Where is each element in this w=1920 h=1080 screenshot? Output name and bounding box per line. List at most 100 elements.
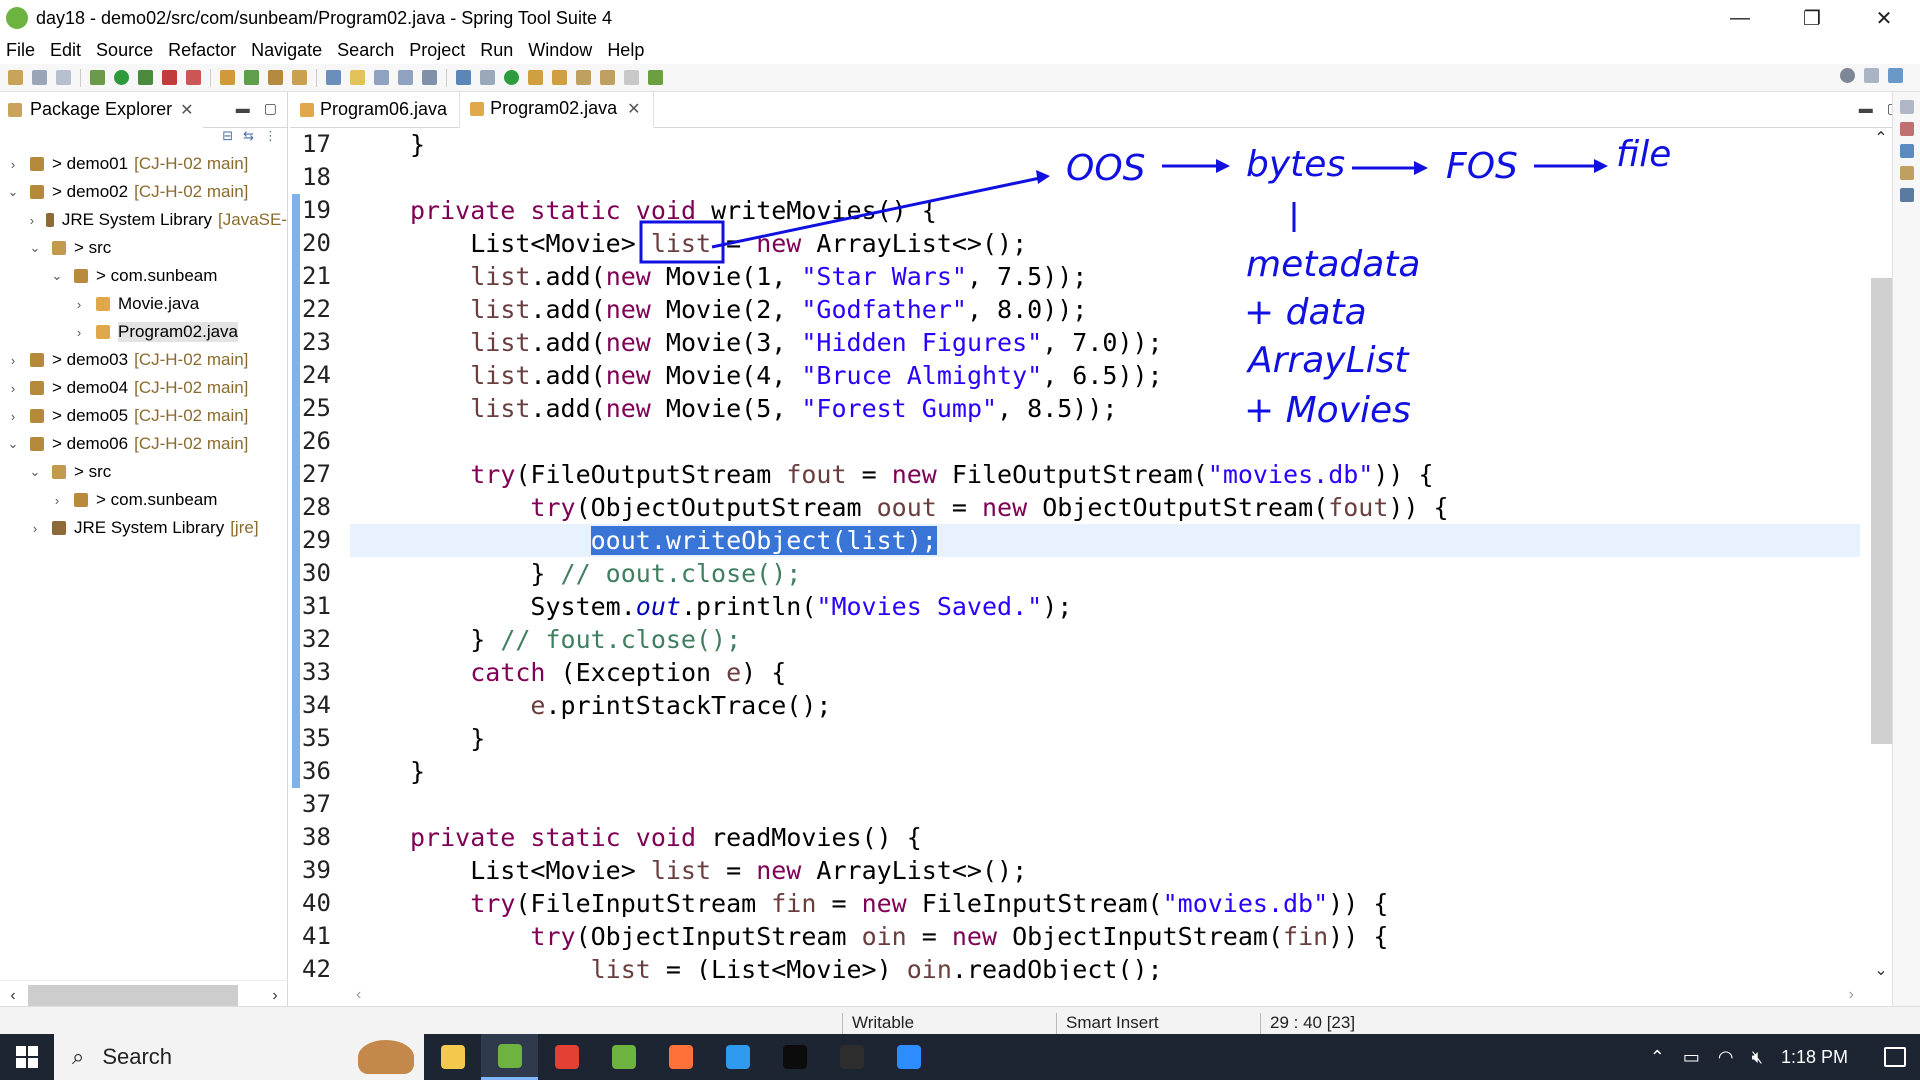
- taskbar-app-zoom[interactable]: [880, 1034, 937, 1080]
- taskbar-app-spring-tool-suite[interactable]: [481, 1034, 538, 1080]
- notification-icon[interactable]: [1884, 1047, 1906, 1067]
- chevron-right-icon[interactable]: ›: [50, 493, 64, 508]
- tree-item[interactable]: › Program02.java: [0, 318, 287, 346]
- taskbar-app-vscode[interactable]: [709, 1034, 766, 1080]
- chevron-right-icon[interactable]: ›: [28, 521, 42, 536]
- tree-item[interactable]: ⌄ > com.sunbeam: [0, 262, 287, 290]
- back-icon[interactable]: [600, 70, 615, 85]
- menu-project[interactable]: Project: [409, 40, 465, 61]
- restore-view-icon[interactable]: [1899, 100, 1914, 114]
- menu-source[interactable]: Source: [96, 40, 153, 61]
- tree-item[interactable]: ⌄ > src: [0, 234, 287, 262]
- chevron-right-icon[interactable]: ›: [72, 297, 86, 312]
- tree-item[interactable]: › > demo03 [CJ-H-02 main]: [0, 346, 287, 374]
- java-perspective-icon[interactable]: [1888, 68, 1903, 83]
- chevron-right-icon[interactable]: ›: [6, 353, 20, 368]
- tree-item[interactable]: ⌄ > demo06 [CJ-H-02 main]: [0, 430, 287, 458]
- chevron-down-icon[interactable]: ⌄: [6, 436, 20, 452]
- pin-editor-icon[interactable]: [648, 70, 663, 85]
- taskbar-app-terminal-1[interactable]: [766, 1034, 823, 1080]
- taskbar-app-spring-tool-suite-2[interactable]: [595, 1034, 652, 1080]
- stop-icon[interactable]: [162, 70, 177, 85]
- chevron-down-icon[interactable]: ⌄: [28, 240, 42, 256]
- minimize-view-icon[interactable]: ▬: [1859, 100, 1873, 117]
- tree-item[interactable]: ⌄ > src: [0, 458, 287, 486]
- menu-refactor[interactable]: Refactor: [168, 40, 236, 61]
- pilcrow-icon[interactable]: [422, 70, 437, 85]
- taskbar-app-firefox[interactable]: [652, 1034, 709, 1080]
- minimize-button[interactable]: —: [1704, 0, 1776, 36]
- code-area[interactable]: 17 18 19 20 21 22 23 24 25 26 27 28 29 30 31 32 33 34 35 36…: [290, 128, 1860, 980]
- menu-edit[interactable]: Edit: [50, 40, 81, 61]
- scroll-right-icon[interactable]: ›: [262, 987, 288, 1005]
- open-type-icon[interactable]: [268, 70, 283, 85]
- scroll-thumb[interactable]: [1871, 278, 1893, 744]
- highlight-icon[interactable]: [350, 70, 365, 85]
- menu-help[interactable]: Help: [607, 40, 644, 61]
- run-icon[interactable]: [114, 70, 129, 85]
- tree-item[interactable]: › > demo01 [CJ-H-02 main]: [0, 150, 287, 178]
- restore-button[interactable]: ❐: [1776, 0, 1848, 36]
- block-select-icon[interactable]: [374, 70, 389, 85]
- tree-item[interactable]: › > com.sunbeam: [0, 486, 287, 514]
- coverage-icon[interactable]: [138, 70, 153, 85]
- tree-item[interactable]: › Movie.java: [0, 290, 287, 318]
- save-icon[interactable]: [32, 70, 47, 85]
- taskbar-clock[interactable]: 1:18 PM: [1781, 1047, 1848, 1068]
- taskbar-app-chrome[interactable]: [538, 1034, 595, 1080]
- maximize-view-icon[interactable]: ▢: [264, 100, 277, 117]
- taskbar-app-terminal-2[interactable]: [823, 1034, 880, 1080]
- scroll-up-icon[interactable]: ⌃: [1868, 128, 1894, 148]
- scroll-right-icon[interactable]: ›: [1849, 986, 1854, 1004]
- save-all-icon[interactable]: [56, 70, 71, 85]
- close-icon[interactable]: ✕: [627, 99, 640, 119]
- tab-program02[interactable]: Program02.java ✕: [460, 91, 654, 128]
- status-cursor-position[interactable]: 29 : 40 [23]: [1270, 1013, 1355, 1033]
- view-menu-icon[interactable]: ⋮: [264, 128, 277, 148]
- javadoc-icon[interactable]: [1899, 144, 1914, 158]
- forward-icon[interactable]: [624, 70, 639, 85]
- chevron-right-icon[interactable]: ›: [6, 381, 20, 396]
- tree-item[interactable]: › > demo04 [CJ-H-02 main]: [0, 374, 287, 402]
- taskbar-app-file-explorer[interactable]: [424, 1034, 481, 1080]
- tab-program06[interactable]: Program06.java: [290, 91, 461, 128]
- volume-muted-icon[interactable]: 🔇︎: [1752, 1047, 1763, 1068]
- link-with-editor-icon[interactable]: ⇆: [243, 128, 254, 148]
- chevron-right-icon[interactable]: ›: [72, 325, 86, 340]
- tree-item[interactable]: › JRE System Library [jre]: [0, 514, 287, 542]
- scroll-left-icon[interactable]: ‹: [356, 986, 361, 1004]
- tree-item[interactable]: › JRE System Library [JavaSE-: [0, 206, 287, 234]
- menu-run[interactable]: Run: [480, 40, 513, 61]
- debug-icon[interactable]: [90, 70, 105, 85]
- search-icon[interactable]: [1840, 68, 1855, 83]
- scroll-left-icon[interactable]: ‹: [0, 987, 26, 1005]
- boot-dashboard-icon[interactable]: [504, 70, 519, 85]
- chevron-right-icon[interactable]: ›: [28, 213, 36, 228]
- chevron-right-icon[interactable]: ›: [6, 157, 20, 172]
- toggle-mark-icon[interactable]: [326, 70, 341, 85]
- chevron-down-icon[interactable]: ⌄: [28, 464, 42, 480]
- close-icon[interactable]: ✕: [180, 100, 193, 120]
- taskbar-search[interactable]: ⌕ Search: [54, 1034, 424, 1080]
- whitespace-icon[interactable]: [398, 70, 413, 85]
- next-annotation-icon[interactable]: [528, 70, 543, 85]
- menu-search[interactable]: Search: [337, 40, 394, 61]
- collapse-all-icon[interactable]: ⊟: [222, 128, 233, 148]
- battery-icon[interactable]: ▭: [1683, 1047, 1700, 1068]
- menu-navigate[interactable]: Navigate: [251, 40, 322, 61]
- chevron-up-icon[interactable]: ⌃: [1650, 1047, 1665, 1068]
- new-icon[interactable]: [8, 70, 23, 85]
- new-java-project-icon[interactable]: [220, 70, 235, 85]
- new-class-icon[interactable]: [244, 70, 259, 85]
- editor-vertical-scrollbar[interactable]: ⌃ ⌄: [1868, 128, 1894, 980]
- status-insert-mode[interactable]: Smart Insert: [1066, 1013, 1159, 1033]
- chevron-down-icon[interactable]: ⌄: [50, 268, 64, 284]
- menu-file[interactable]: File: [6, 40, 35, 61]
- wifi-icon[interactable]: ◠: [1718, 1047, 1734, 1068]
- close-window-button[interactable]: ✕: [1848, 0, 1920, 36]
- open-perspective-icon[interactable]: [1864, 68, 1879, 83]
- chevron-down-icon[interactable]: ⌄: [6, 184, 20, 200]
- minimize-view-icon[interactable]: ▬: [236, 100, 250, 117]
- external-tools-icon[interactable]: [186, 70, 201, 85]
- chevron-right-icon[interactable]: ›: [6, 409, 20, 424]
